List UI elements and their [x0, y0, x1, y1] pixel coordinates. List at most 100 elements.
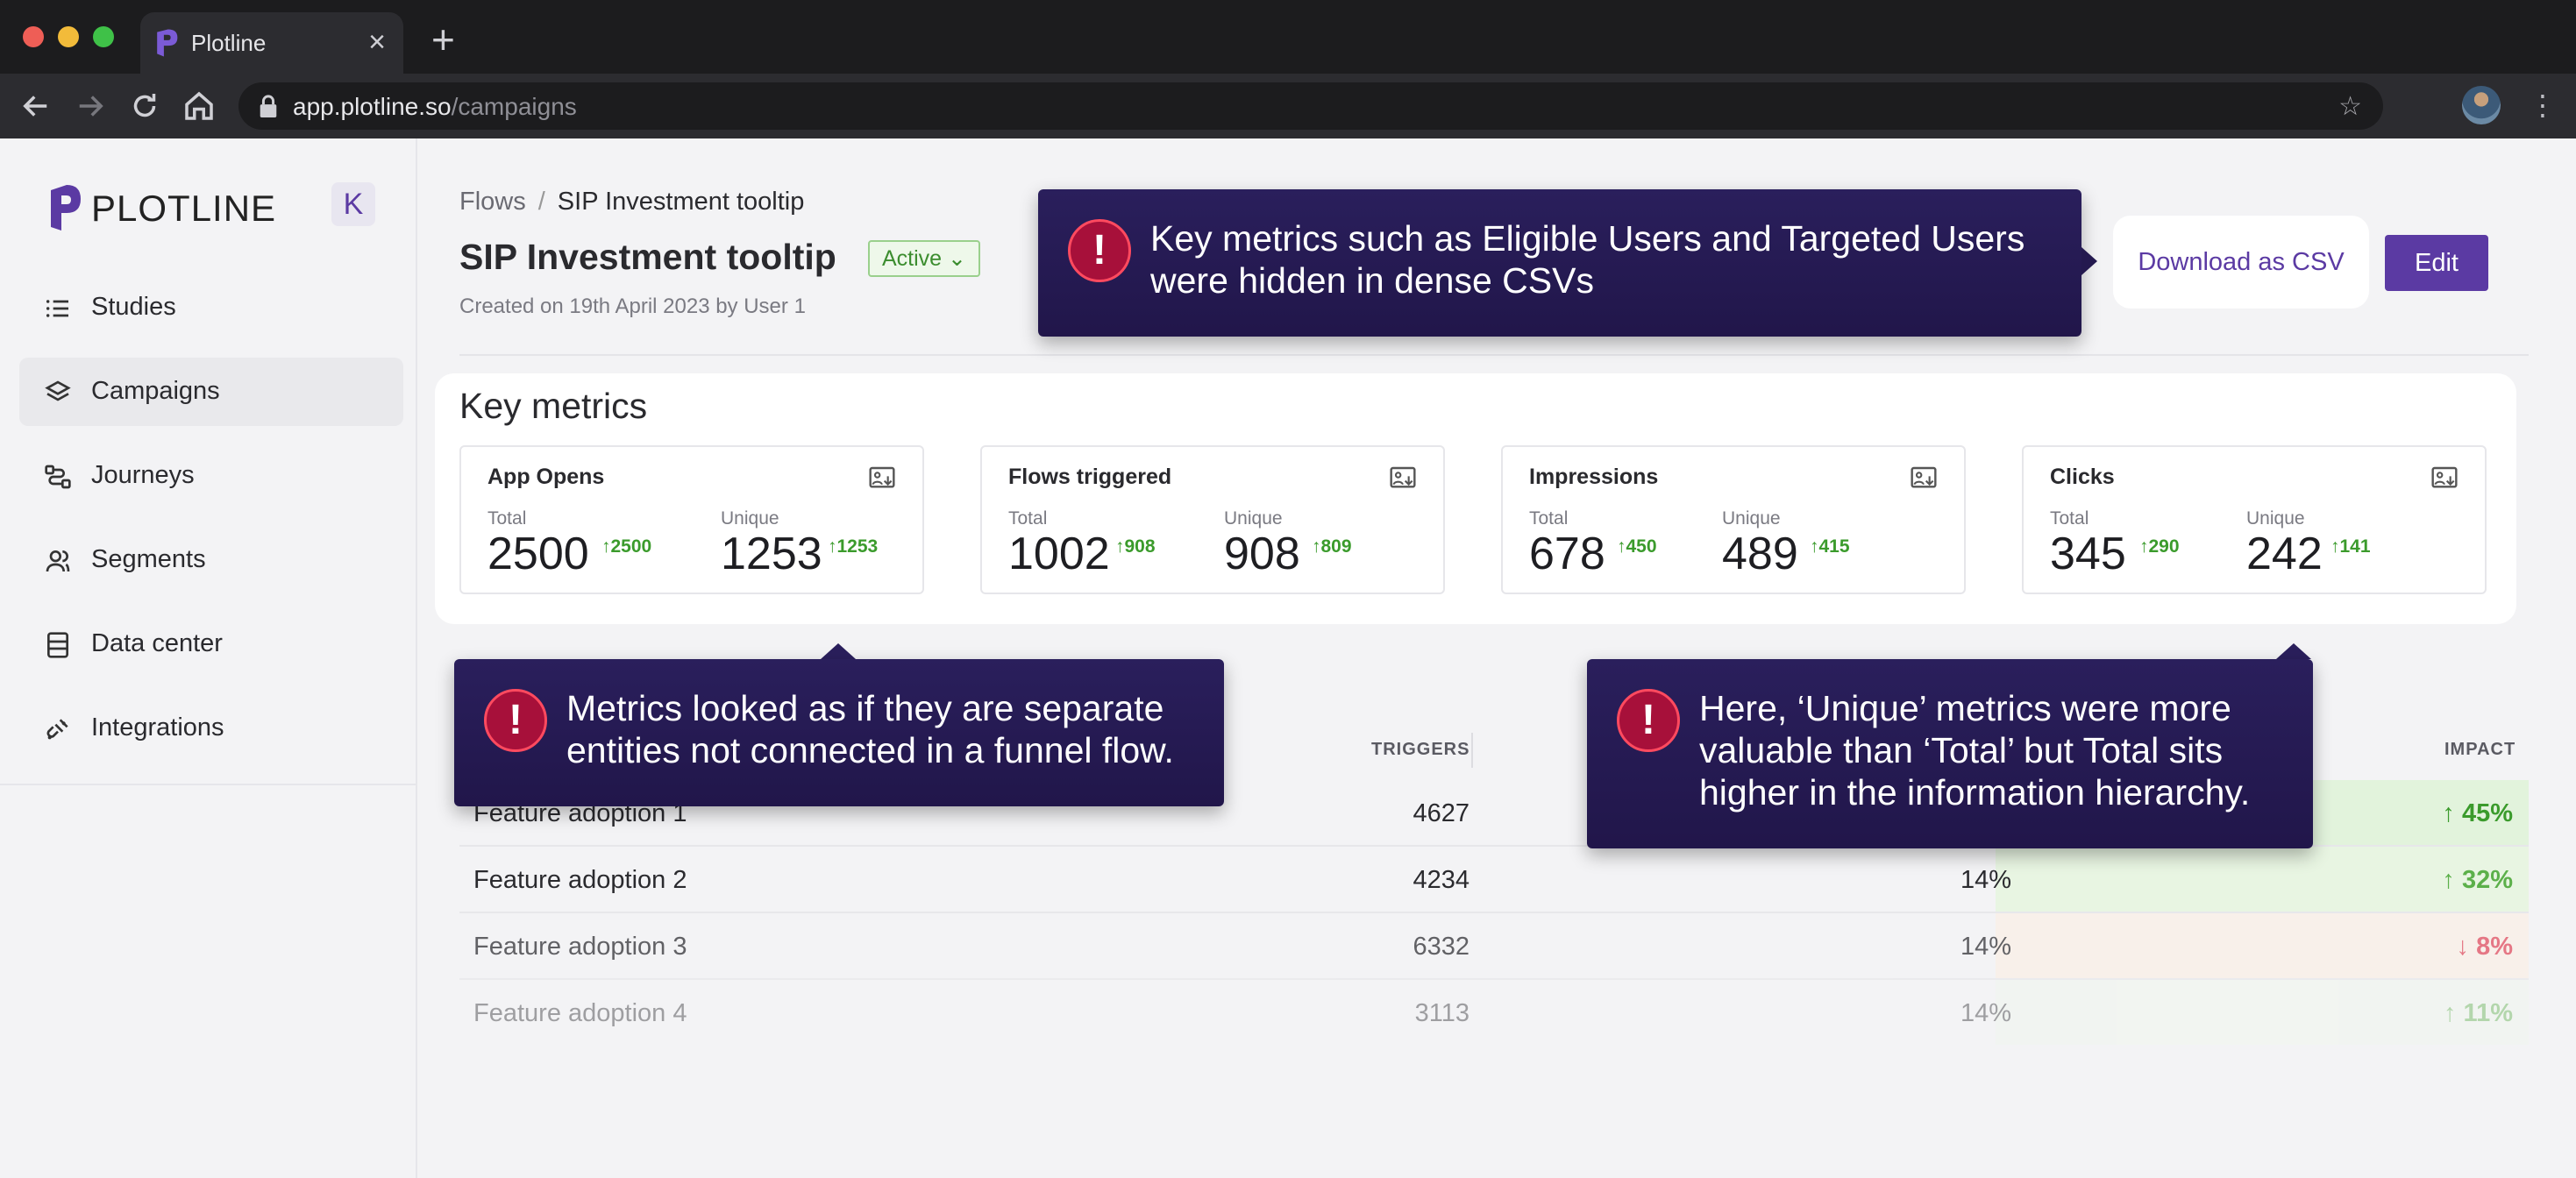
sidebar-item-data-center[interactable]: Data center [19, 610, 403, 678]
row-name: Feature adoption 4 [473, 999, 687, 1027]
reload-icon[interactable] [126, 88, 163, 124]
sidebar-item-integrations[interactable]: Integrations [19, 694, 403, 763]
status-label: Active [882, 246, 943, 271]
callout-text: Metrics looked as if they are separate e… [566, 688, 1174, 770]
back-icon[interactable] [18, 88, 54, 124]
total-label: Total [2050, 508, 2089, 529]
callout-funnel: ! Metrics looked as if they are separate… [454, 659, 1224, 806]
sidebar-item-segments[interactable]: Segments [19, 526, 403, 594]
download-report-icon[interactable] [868, 465, 896, 493]
unique-value: 908 [1224, 529, 1300, 579]
logo-text: PLOTLINE [91, 188, 277, 229]
callout-csv: ! Key metrics such as Eligible Users and… [1038, 189, 2081, 337]
metric-card-impressions: Impressions Total 678 ↑450 Unique 489 ↑4… [1501, 445, 1966, 594]
row-impact: ↑ 32% [2442, 866, 2513, 894]
row-triggers: 4627 [1413, 799, 1469, 827]
row-impact: ↑ 11% [2443, 999, 2513, 1027]
unique-label: Unique [1224, 508, 1283, 529]
sidebar-item-journeys[interactable]: Journeys [19, 442, 403, 510]
bookmark-star-icon[interactable]: ☆ [2338, 91, 2362, 122]
status-dropdown[interactable]: Active ⌄ [868, 240, 980, 277]
created-info: Created on 19th April 2023 by User 1 [459, 294, 806, 318]
row-rate: 14% [1960, 999, 2011, 1027]
new-tab-button[interactable]: + [431, 19, 455, 60]
browser-tab-bar: Plotline × + [0, 0, 2576, 74]
key-metrics-panel: Key metrics App Opens Total 2500 ↑2500 U… [435, 373, 2516, 624]
home-icon[interactable] [181, 88, 217, 124]
table-row[interactable]: Feature adoption 2 4234 14% ↑ 32% [459, 847, 2529, 913]
row-triggers: 3113 [1414, 999, 1469, 1027]
download-report-icon[interactable] [1910, 465, 1938, 493]
total-delta: ↑908 [1115, 536, 1156, 557]
close-window-button[interactable] [23, 26, 44, 47]
column-header-impact[interactable]: IMPACT [2444, 740, 2516, 760]
layers-icon [45, 380, 71, 401]
sidebar-item-label: Integrations [91, 713, 224, 742]
row-rate: 14% [1960, 933, 2011, 961]
address-bar[interactable]: app.plotline.so/campaigns ☆ [238, 82, 2383, 130]
unique-delta: ↑809 [1312, 536, 1352, 557]
unique-value: 489 [1722, 529, 1798, 579]
column-divider [1471, 733, 1473, 768]
sidebar-item-label: Segments [91, 545, 206, 573]
url-text: app.plotline.so/campaigns [293, 93, 577, 120]
download-report-icon[interactable] [2430, 465, 2459, 493]
download-report-icon[interactable] [1389, 465, 1417, 493]
metric-name: Flows triggered [1008, 465, 1172, 489]
metric-card-clicks: Clicks Total 345 ↑290 Unique 242 ↑141 [2022, 445, 2487, 594]
sidebar-item-label: Studies [91, 293, 176, 321]
breadcrumb-separator: / [537, 188, 545, 216]
sidebar-divider [0, 784, 417, 785]
metric-card-flows-triggered: Flows triggered Total 1002 ↑908 Unique 9… [980, 445, 1445, 594]
browser-menu-icon[interactable]: ⋮ [2529, 86, 2557, 124]
column-header-triggers[interactable]: TRIGGERS [1371, 740, 1469, 760]
chevron-down-icon: ⌄ [948, 246, 966, 271]
users-icon [46, 550, 70, 572]
list-icon [46, 300, 68, 317]
sidebar-item-studies[interactable]: Studies [19, 273, 403, 342]
callout-pointer [2081, 247, 2097, 275]
breadcrumb-current: SIP Investment tooltip [557, 188, 805, 216]
callout-text: Here, ‘Unique’ metrics were more valuabl… [1699, 688, 2251, 813]
total-delta: ↑450 [1617, 536, 1657, 557]
total-label: Total [1008, 508, 1048, 529]
sidebar-item-campaigns[interactable]: Campaigns [19, 358, 403, 426]
sidebar-item-label: Data center [91, 629, 223, 657]
browser-tab[interactable]: Plotline × [140, 12, 403, 74]
total-delta: ↑290 [2139, 536, 2180, 557]
row-impact: ↑ 45% [2442, 799, 2513, 827]
collapse-sidebar-button[interactable]: K [331, 182, 375, 226]
unique-value: 1253 [721, 529, 822, 579]
plotline-favicon-icon [157, 29, 178, 57]
unique-delta: ↑415 [1810, 536, 1850, 557]
total-value: 1002 [1008, 529, 1110, 579]
browser-toolbar: app.plotline.so/campaigns ☆ ⋮ [0, 74, 2576, 138]
unique-label: Unique [721, 508, 779, 529]
breadcrumb-flows-link[interactable]: Flows [459, 188, 526, 216]
total-value: 2500 [487, 529, 589, 579]
profile-avatar[interactable] [2462, 86, 2501, 124]
impact-cell-bg [1996, 913, 2529, 978]
callout-pointer [2276, 643, 2311, 659]
table-row[interactable]: Feature adoption 3 6332 14% ↓ 8% [459, 913, 2529, 980]
unique-label: Unique [2246, 508, 2305, 529]
table-row[interactable]: Feature adoption 4 3113 14% ↑ 11% [459, 980, 2529, 1047]
breadcrumb: Flows / SIP Investment tooltip [459, 188, 804, 216]
unique-label: Unique [1722, 508, 1781, 529]
tab-close-icon[interactable]: × [368, 25, 386, 60]
sidebar-item-label: Journeys [91, 461, 195, 489]
edit-button[interactable]: Edit [2385, 235, 2488, 291]
unique-delta: ↑1253 [828, 536, 879, 557]
total-delta: ↑2500 [601, 536, 652, 557]
metric-card-app-opens: App Opens Total 2500 ↑2500 Unique 1253 ↑… [459, 445, 924, 594]
minimize-window-button[interactable] [58, 26, 79, 47]
lock-icon [260, 95, 277, 117]
maximize-window-button[interactable] [93, 26, 114, 47]
page-title: SIP Investment tooltip [459, 237, 836, 277]
alert-icon: ! [1617, 689, 1680, 752]
table-fade [417, 1120, 2576, 1178]
unique-delta: ↑141 [2330, 536, 2371, 557]
download-csv-button[interactable]: Download as CSV [2113, 216, 2369, 309]
plug-icon [46, 719, 68, 740]
forward-icon[interactable] [72, 88, 109, 124]
